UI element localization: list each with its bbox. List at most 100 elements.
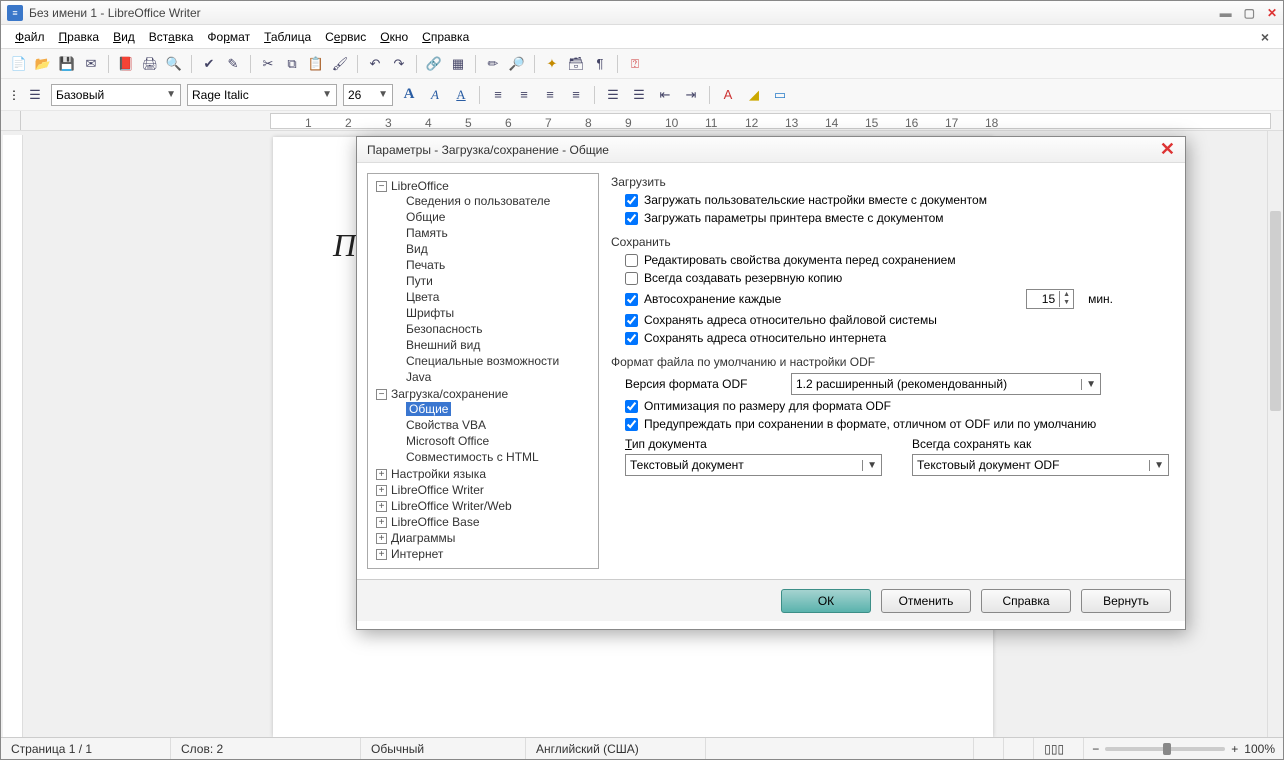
indent-icon[interactable]: ⇥ (681, 85, 701, 105)
styles-icon[interactable]: ☰ (25, 85, 45, 105)
help-icon[interactable]: ⍰ (625, 54, 645, 74)
font-name-combo[interactable]: Rage Italic▼ (187, 84, 337, 106)
chk-load-user[interactable] (625, 194, 638, 207)
cancel-button[interactable]: Отменить (881, 589, 971, 613)
zoom-value[interactable]: 100% (1244, 742, 1275, 756)
tree-item[interactable]: Цвета (402, 289, 594, 305)
cut-icon[interactable]: ✂ (258, 54, 278, 74)
menu-table[interactable]: Таблица (258, 28, 317, 46)
chk-autosave[interactable] (625, 293, 638, 306)
tree-item[interactable]: Сведения о пользователе (402, 193, 594, 209)
preview-icon[interactable]: 🔍 (164, 54, 184, 74)
chk-warn-alien[interactable] (625, 418, 638, 431)
tree-item[interactable]: Память (402, 225, 594, 241)
odf-version-dropdown[interactable]: 1.2 расширенный (рекомендованный)▼ (791, 373, 1101, 395)
doctype-dropdown[interactable]: Текстовый документ▼ (625, 454, 882, 476)
vertical-ruler[interactable] (3, 135, 23, 737)
tree-item[interactable]: Microsoft Office (402, 433, 594, 449)
horizontal-ruler[interactable]: 123456789101112131415161718 (270, 113, 1271, 129)
find-icon[interactable]: 🔎 (507, 54, 527, 74)
tree-internet[interactable]: +Интернет (372, 546, 594, 562)
paragraph-style-combo[interactable]: Базовый▼ (51, 84, 181, 106)
menu-edit[interactable]: Правка (53, 28, 106, 46)
tree-item[interactable]: Общие (402, 401, 594, 417)
align-right-icon[interactable]: ≡ (540, 85, 560, 105)
chk-opt-size[interactable] (625, 400, 638, 413)
export-pdf-icon[interactable]: 📕 (116, 54, 136, 74)
tree-lang[interactable]: +Настройки языка (372, 466, 594, 482)
spellcheck-icon[interactable]: ✔ (199, 54, 219, 74)
zoom-slider[interactable] (1105, 747, 1225, 751)
tree-diag[interactable]: +Диаграммы (372, 530, 594, 546)
menu-file[interactable]: Файл (9, 28, 51, 46)
save-icon[interactable]: 💾 (57, 54, 77, 74)
scroll-thumb[interactable] (1270, 211, 1281, 411)
highlight-icon[interactable]: ◢ (744, 85, 764, 105)
tree-item[interactable]: Вид (402, 241, 594, 257)
status-style[interactable]: Обычный (361, 738, 526, 759)
close-button[interactable]: ✕ (1267, 6, 1277, 20)
tree-libreoffice[interactable]: −LibreOffice Сведения о пользователеОбщи… (372, 178, 594, 386)
hyperlink-icon[interactable]: 🔗 (424, 54, 444, 74)
ok-button[interactable]: ОК (781, 589, 871, 613)
status-insert-mode[interactable] (974, 738, 1004, 759)
format-paint-icon[interactable]: 🖌 (330, 54, 350, 74)
tree-item[interactable]: Java (402, 369, 594, 385)
close-document-button[interactable]: × (1255, 29, 1275, 45)
font-size-combo[interactable]: 26▼ (343, 84, 393, 106)
status-lang[interactable]: Английский (США) (526, 738, 706, 759)
menu-help[interactable]: Справка (416, 28, 475, 46)
italic-icon[interactable]: A (425, 85, 445, 105)
status-view-layout[interactable]: ▯▯▯ (1034, 738, 1084, 759)
tree-base[interactable]: +LibreOffice Base (372, 514, 594, 530)
new-icon[interactable]: 📄 (9, 54, 29, 74)
nonprinting-icon[interactable]: ¶ (590, 54, 610, 74)
menu-format[interactable]: Формат (201, 28, 256, 46)
font-color-icon[interactable]: A (718, 85, 738, 105)
minimize-button[interactable]: ▬ (1220, 6, 1232, 20)
menu-insert[interactable]: Вставка (143, 28, 200, 46)
drawing-icon[interactable]: ✏ (483, 54, 503, 74)
tree-item[interactable]: Общие (402, 209, 594, 225)
chk-load-printer[interactable] (625, 212, 638, 225)
chk-edit-props[interactable] (625, 254, 638, 267)
chk-save-rel-fs[interactable] (625, 314, 638, 327)
print-icon[interactable]: 🖨 (140, 54, 160, 74)
gallery-icon[interactable]: 🗃 (566, 54, 586, 74)
vertical-scrollbar[interactable] (1267, 131, 1283, 737)
redo-icon[interactable]: ↷ (389, 54, 409, 74)
revert-button[interactable]: Вернуть (1081, 589, 1171, 613)
table-icon[interactable]: ▦ (448, 54, 468, 74)
align-justify-icon[interactable]: ≡ (566, 85, 586, 105)
numbered-list-icon[interactable]: ☰ (603, 85, 623, 105)
saveas-dropdown[interactable]: Текстовый документ ODF▼ (912, 454, 1169, 476)
status-selection-mode[interactable] (1004, 738, 1034, 759)
dialog-close-icon[interactable]: ✕ (1160, 139, 1175, 160)
outdent-icon[interactable]: ⇤ (655, 85, 675, 105)
chk-save-rel-net[interactable] (625, 332, 638, 345)
tree-loadsave[interactable]: −Загрузка/сохранение ОбщиеСвойства VBAMi… (372, 386, 594, 466)
autosave-minutes-spinner[interactable]: ▲▼ (1026, 289, 1074, 309)
menu-window[interactable]: Окно (374, 28, 414, 46)
navigator-icon[interactable]: ✦ (542, 54, 562, 74)
toolbar-grip-icon[interactable]: ⋮ (9, 84, 19, 106)
bg-color-icon[interactable]: ▭ (770, 85, 790, 105)
options-tree[interactable]: −LibreOffice Сведения о пользователеОбщи… (367, 173, 599, 569)
undo-icon[interactable]: ↶ (365, 54, 385, 74)
tree-item[interactable]: Шрифты (402, 305, 594, 321)
bullet-list-icon[interactable]: ☰ (629, 85, 649, 105)
align-left-icon[interactable]: ≡ (488, 85, 508, 105)
tree-item[interactable]: Свойства VBA (402, 417, 594, 433)
autospell-icon[interactable]: ✎ (223, 54, 243, 74)
tree-item[interactable]: Печать (402, 257, 594, 273)
menu-view[interactable]: Вид (107, 28, 141, 46)
copy-icon[interactable]: ⧉ (282, 54, 302, 74)
tree-writer[interactable]: +LibreOffice Writer (372, 482, 594, 498)
tree-item[interactable]: Пути (402, 273, 594, 289)
tree-item[interactable]: Специальные возможности (402, 353, 594, 369)
zoom-in-icon[interactable]: + (1231, 742, 1238, 756)
underline-icon[interactable]: A (451, 85, 471, 105)
tree-item[interactable]: Безопасность (402, 321, 594, 337)
zoom-out-icon[interactable]: − (1092, 742, 1099, 756)
maximize-button[interactable]: ▢ (1244, 6, 1255, 20)
